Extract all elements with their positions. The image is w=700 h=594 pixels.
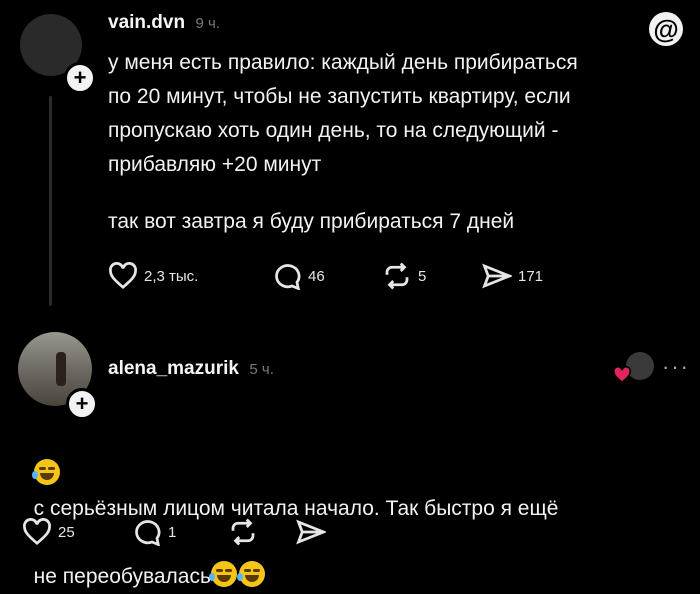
- post-repost-button[interactable]: 5: [382, 262, 426, 290]
- send-icon: [296, 519, 326, 545]
- post-like-count: 2,3 тыс.: [144, 267, 199, 285]
- repost-icon: [385, 262, 409, 290]
- rolling-on-floor-laughing-emoji: [31, 459, 60, 485]
- post-repost-count: 5: [418, 267, 427, 285]
- reply-body: с серьёзным лицом читала начало. Так быс…: [22, 424, 682, 594]
- post-body-paragraph-1: у меня есть правило: каждый день прибира…: [108, 51, 578, 176]
- send-icon: [482, 263, 512, 289]
- repost-icon: [231, 518, 255, 546]
- post-header: vain.dvn 9 ч.: [108, 12, 220, 34]
- reply-timestamp: 5 ч.: [249, 361, 274, 378]
- post-timestamp: 9 ч.: [195, 15, 221, 32]
- reply-repost-button[interactable]: [228, 518, 258, 546]
- comment-bubble-icon: [275, 264, 301, 290]
- post-username[interactable]: vain.dvn: [108, 12, 185, 33]
- reply-share-button[interactable]: [296, 518, 326, 546]
- post-share-count: 171: [518, 267, 544, 285]
- reply-text-line-1: с серьёзным лицом читала начало. Так быс…: [33, 497, 559, 520]
- threads-logo: @: [649, 12, 683, 46]
- post-comment-count: 46: [308, 267, 325, 285]
- post-comment-button[interactable]: 46: [272, 262, 325, 290]
- follow-plus-icon[interactable]: +: [66, 388, 98, 420]
- reply-username[interactable]: alena_mazurik: [108, 358, 239, 379]
- reply-header: alena_mazurik 5 ч.: [108, 358, 274, 380]
- reply-like-button[interactable]: 25: [22, 518, 75, 546]
- heart-icon: [109, 262, 137, 290]
- heart-icon: [23, 518, 51, 546]
- rolling-on-floor-laughing-emoji: [236, 561, 265, 587]
- comment-bubble-icon: [135, 520, 161, 546]
- reply-text-line-2: не переобувалась: [33, 565, 211, 588]
- reply-like-count: 25: [58, 523, 75, 541]
- reacted-avatars[interactable]: [612, 352, 656, 384]
- follow-plus-icon[interactable]: +: [64, 62, 96, 94]
- post-body-paragraph-2: так вот завтра я буду прибираться 7 дней: [108, 210, 515, 233]
- post-share-button[interactable]: 171: [482, 262, 543, 290]
- post-like-button[interactable]: 2,3 тыс.: [108, 262, 198, 290]
- more-options-button[interactable]: ···: [662, 354, 690, 380]
- thread-line: [49, 96, 52, 306]
- rolling-on-floor-laughing-emoji: [208, 561, 237, 587]
- reply-comment-button[interactable]: 1: [132, 518, 176, 546]
- reply-comment-count: 1: [168, 523, 177, 541]
- heart-icon: [612, 366, 632, 384]
